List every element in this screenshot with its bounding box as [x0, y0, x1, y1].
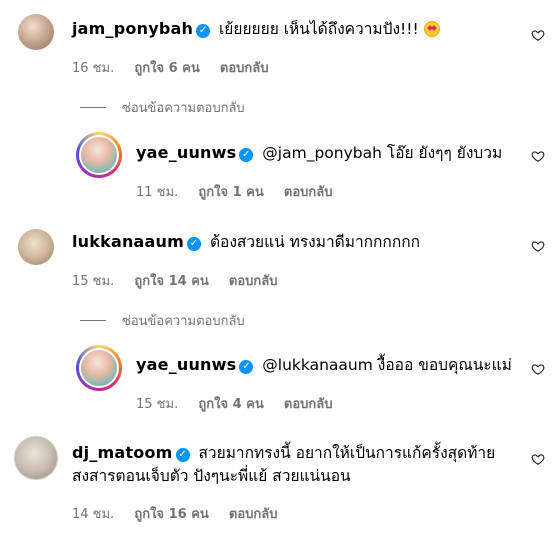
timestamp: 16 ชม. [72, 61, 115, 76]
comment-text-line2: สงสารตอนเจ็บตัว ปังๆนะพี่แย้ สวยแน่นอน [72, 467, 351, 485]
likes-count[interactable]: ถูกใจ 6 คน [134, 61, 199, 76]
comment-text: เย้ยยยยย เห็นได้ถึงความปัง!!! [219, 20, 419, 38]
username[interactable]: dj_matoom [72, 443, 173, 462]
comment-text: ต้องสวยแน่ ทรงมาดีมากกกกกก [209, 233, 420, 251]
hide-replies-label: ซ่อนข้อความตอบกลับ [122, 101, 245, 116]
likes-count[interactable]: ถูกใจ 4 คน [198, 397, 263, 412]
avatar-image [79, 348, 119, 388]
comment-text: งื้อออ ขอบคุณนะแม่ [377, 356, 512, 374]
hide-replies-toggle[interactable]: ซ่อนข้อความตอบกลับ [80, 310, 245, 331]
reply-button[interactable]: ตอบกลับ [220, 61, 269, 76]
timestamp: 11 ชม. [136, 185, 179, 200]
comment-text: โอ๊ย ยังๆๆ ยังบวม [386, 144, 503, 162]
hide-replies-label: ซ่อนข้อความตอบกลับ [122, 314, 245, 329]
timestamp: 14 ชม. [72, 507, 115, 522]
avatar-image [79, 135, 119, 175]
avatar[interactable] [18, 14, 54, 50]
divider-line [80, 320, 106, 321]
comment-thread: jam_ponybah ✓ เย้ยยยยย เห็นได้ถึงความปัง!… [0, 0, 560, 544]
heart-outline-icon[interactable] [531, 452, 545, 466]
reply-button[interactable]: ตอบกลับ [229, 507, 278, 522]
timestamp: 15 ชม. [136, 397, 179, 412]
avatar[interactable] [14, 436, 58, 480]
heart-outline-icon[interactable] [531, 362, 545, 376]
username[interactable]: yae_uunws [136, 355, 236, 374]
verified-badge-icon: ✓ [239, 360, 254, 374]
timestamp: 15 ชม. [72, 274, 115, 289]
heart-outline-icon[interactable] [531, 239, 545, 253]
verified-badge-icon: ✓ [175, 448, 190, 462]
heart-eyes-emoji-icon [423, 21, 440, 37]
heart-outline-icon[interactable] [531, 28, 545, 42]
hide-replies-toggle[interactable]: ซ่อนข้อความตอบกลับ [80, 97, 245, 118]
reply-button[interactable]: ตอบกลับ [284, 397, 333, 412]
reply-button[interactable]: ตอบกลับ [229, 274, 278, 289]
likes-count[interactable]: ถูกใจ 1 คน [198, 185, 263, 200]
avatar[interactable] [76, 345, 122, 391]
avatar[interactable] [76, 132, 122, 178]
reply-button[interactable]: ตอบกลับ [284, 185, 333, 200]
username[interactable]: jam_ponybah [72, 19, 193, 38]
mention-link[interactable]: @lukkanaaum [262, 356, 373, 374]
username[interactable]: yae_uunws [136, 143, 236, 162]
heart-outline-icon[interactable] [531, 149, 545, 163]
likes-count[interactable]: ถูกใจ 14 คน [134, 274, 208, 289]
comment-text-line1: สวยมากทรงนี้ อยากให้เป็นการแก้ครั้งสุดท้… [198, 444, 496, 462]
mention-link[interactable]: @jam_ponybah [262, 144, 382, 162]
verified-badge-icon: ✓ [196, 24, 211, 38]
likes-count[interactable]: ถูกใจ 16 คน [134, 507, 208, 522]
verified-badge-icon: ✓ [187, 237, 201, 251]
verified-badge-icon: ✓ [239, 148, 254, 162]
divider-line [80, 107, 106, 108]
avatar[interactable] [18, 229, 54, 265]
username[interactable]: lukkanaaum [72, 232, 184, 251]
